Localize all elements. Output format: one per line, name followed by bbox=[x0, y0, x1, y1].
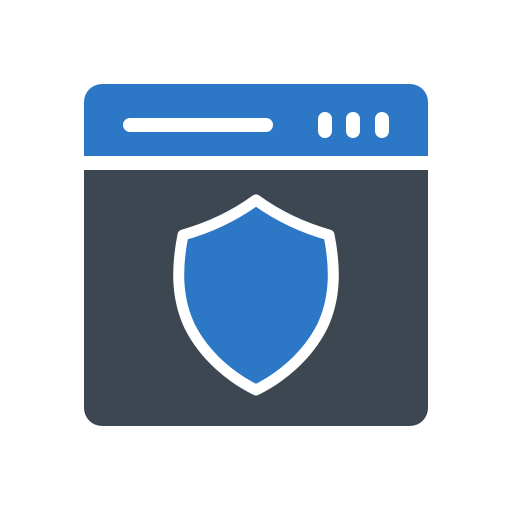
window-dot-icon bbox=[375, 112, 389, 138]
address-bar-line-icon bbox=[123, 118, 273, 132]
window-dot-icon bbox=[346, 112, 360, 138]
window-dot-icon bbox=[318, 112, 332, 138]
icon-canvas bbox=[0, 0, 512, 512]
secure-browser-window-icon bbox=[84, 84, 428, 426]
